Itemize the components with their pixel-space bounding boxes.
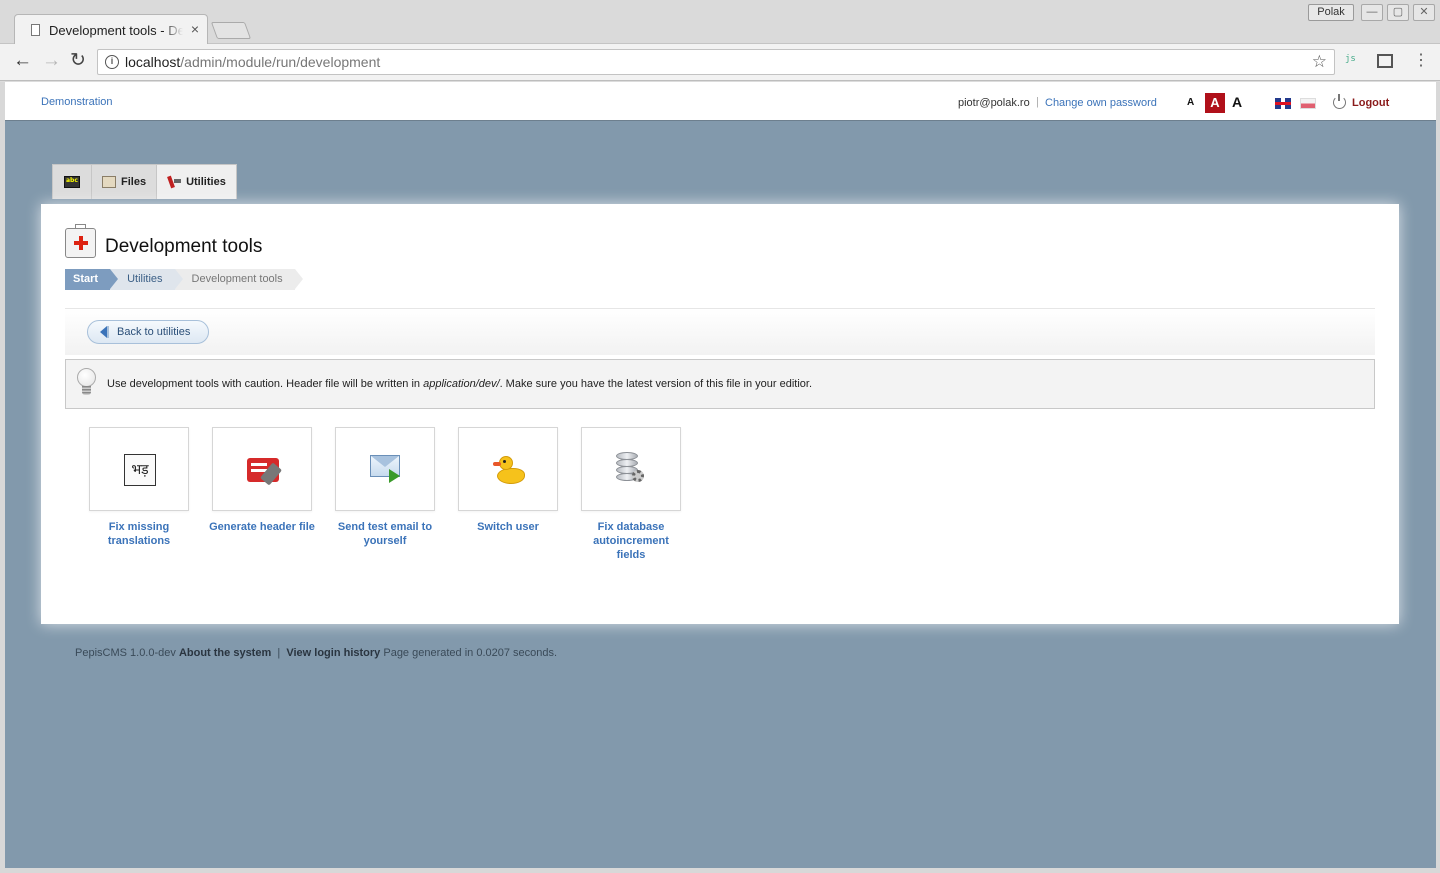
logout-link[interactable]: Logout [1352, 97, 1389, 109]
back-arrow-icon[interactable]: ← [13, 51, 32, 71]
bookmark-star-icon[interactable]: ☆ [1312, 52, 1327, 72]
fullscreen-icon[interactable] [1377, 54, 1393, 68]
cms-topbar: Demonstration piotr@polak.ro | Change ow… [5, 82, 1436, 121]
caution-notice: Use development tools with caution. Head… [65, 359, 1375, 409]
tool-tile[interactable] [212, 427, 312, 511]
tool-tile[interactable] [335, 427, 435, 511]
tool-fix-translations[interactable]: भड़ Fix missing translations [89, 427, 189, 562]
notice-text-end: . Make sure you have the latest version … [499, 378, 812, 390]
url-host: localhost [125, 54, 181, 70]
window-frame-left [0, 82, 5, 873]
minimize-icon[interactable]: — [1361, 4, 1383, 21]
breadcrumb-current: Development tools [174, 269, 303, 290]
tool-send-test-email[interactable]: Send test email to yourself [335, 427, 435, 562]
new-tab-button[interactable] [210, 22, 252, 39]
extension-icon[interactable]: js [1345, 54, 1363, 70]
tool-label[interactable]: Send test email to yourself [332, 520, 438, 548]
menu-tab-label: Utilities [186, 176, 226, 188]
login-history-link[interactable]: View login history [286, 647, 380, 659]
reload-icon[interactable]: ↻ [70, 51, 86, 71]
polish-flag-icon[interactable] [1300, 98, 1316, 109]
font-size-medium-button[interactable]: A [1205, 93, 1225, 113]
english-flag-icon[interactable] [1275, 98, 1291, 109]
footer-generated: Page generated in 0.0207 seconds. [383, 647, 558, 659]
font-size-small-button[interactable]: A [1187, 97, 1194, 108]
menu-tab-label: Files [121, 176, 147, 188]
tab-title: Development tools - Development tools [49, 23, 183, 38]
window-frame-right [1436, 82, 1440, 873]
power-icon[interactable] [1333, 94, 1346, 109]
browser-tab[interactable]: Development tools - Development tools × [14, 14, 208, 45]
footer-separator: | [277, 647, 281, 659]
back-button-label: Back to utilities [117, 326, 191, 338]
tool-label[interactable]: Generate header file [209, 520, 315, 534]
back-to-utilities-button[interactable]: Back to utilities [87, 320, 209, 344]
maximize-icon[interactable]: ▢ [1387, 4, 1409, 21]
notice-text: Use development tools with caution. Head… [107, 378, 812, 390]
tool-label[interactable]: Fix missing translations [86, 520, 192, 548]
email-icon [370, 455, 400, 483]
page-icon [31, 24, 40, 36]
forward-arrow-icon[interactable]: → [42, 51, 61, 71]
home-icon [64, 176, 80, 188]
tool-label[interactable]: Switch user [455, 520, 561, 534]
content-panel: Development tools Start Utilities Develo… [41, 204, 1399, 624]
translations-icon: भड़ [124, 454, 156, 486]
tool-fix-autoincrement[interactable]: Fix database autoincrement fields [581, 427, 681, 562]
window-frame-bottom [0, 868, 1440, 873]
database-icon [616, 452, 644, 482]
action-bar: Back to utilities [65, 308, 1375, 355]
browser-menu-icon[interactable]: ⋮ [1413, 52, 1429, 70]
address-bar[interactable]: i localhost/admin/module/run/development… [97, 49, 1335, 75]
footer: PepisCMS 1.0.0-dev About the system | Vi… [75, 647, 557, 659]
files-icon [102, 176, 116, 188]
font-size-large-button[interactable]: A [1232, 94, 1242, 110]
page-viewport: Demonstration piotr@polak.ro | Change ow… [5, 82, 1436, 868]
profile-button[interactable]: Polak [1308, 4, 1354, 21]
utilities-icon [167, 175, 182, 189]
notice-path: application/dev/ [423, 378, 500, 390]
close-tab-icon[interactable]: × [191, 21, 199, 37]
url-text[interactable]: localhost/admin/module/run/development [125, 54, 380, 70]
main-menu: Files Utilities [52, 164, 237, 199]
page-title: Development tools [105, 236, 263, 257]
tool-tile[interactable] [458, 427, 558, 511]
footer-version: PepisCMS 1.0.0-dev [75, 647, 176, 659]
duck-icon [493, 454, 527, 486]
header-file-icon [247, 458, 279, 482]
tool-tile[interactable] [581, 427, 681, 511]
site-name-link[interactable]: Demonstration [41, 96, 113, 108]
breadcrumb: Start Utilities Development tools [65, 269, 303, 290]
breadcrumb-utilities[interactable]: Utilities [110, 269, 184, 290]
back-arrow-divider [107, 326, 109, 338]
about-system-link[interactable]: About the system [179, 647, 271, 659]
tool-generate-header[interactable]: Generate header file [209, 427, 315, 562]
url-path: /admin/module/run/development [180, 54, 381, 70]
breadcrumb-start[interactable]: Start [65, 269, 119, 290]
info-icon[interactable]: i [105, 55, 119, 69]
close-window-icon[interactable]: ✕ [1413, 4, 1435, 21]
lightbulb-icon [77, 368, 96, 395]
change-password-link[interactable]: Change own password [1045, 97, 1157, 109]
tool-label[interactable]: Fix database autoincrement fields [578, 520, 684, 562]
notice-text-start: Use development tools with caution. Head… [107, 378, 424, 390]
back-arrow-icon [100, 326, 107, 338]
tool-tile[interactable]: भड़ [89, 427, 189, 511]
menu-tab-home[interactable] [53, 165, 92, 199]
browser-titlebar: Development tools - Development tools × … [0, 0, 1440, 45]
menu-tab-files[interactable]: Files [92, 165, 158, 199]
browser-toolbar: ← → ↻ i localhost/admin/module/run/devel… [0, 44, 1440, 81]
first-aid-kit-icon [65, 224, 96, 258]
separator: | [1036, 96, 1039, 108]
tool-switch-user[interactable]: Switch user [458, 427, 558, 562]
menu-tab-utilities[interactable]: Utilities [157, 165, 236, 199]
user-email: piotr@polak.ro [958, 97, 1030, 109]
tools-grid: भड़ Fix missing translations Generate he… [89, 427, 681, 562]
